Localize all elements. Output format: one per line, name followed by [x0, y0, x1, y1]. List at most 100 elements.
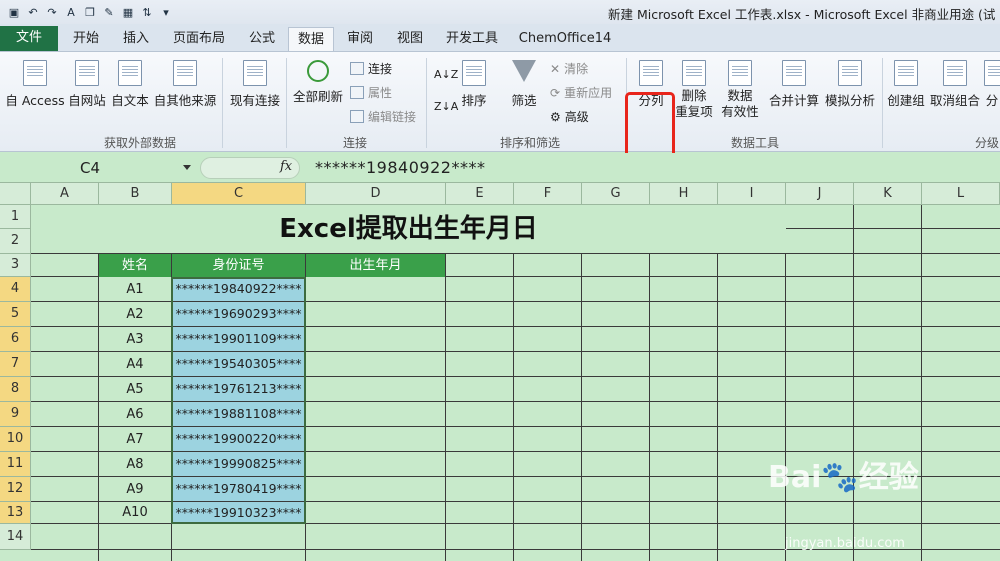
tab-view[interactable]: 视图 [388, 27, 432, 51]
row-header-7[interactable]: 7 [0, 352, 31, 377]
name-cell[interactable]: A5 [99, 377, 171, 402]
edit-links-button[interactable]: 编辑链接 [350, 108, 416, 125]
column-header-G[interactable]: G [582, 183, 650, 205]
insert-function-icon[interactable]: fx [280, 159, 292, 174]
from-other-sources-button[interactable]: 自其他来源 [152, 60, 218, 109]
refresh-all-button[interactable]: 全部刷新 [290, 60, 346, 105]
sort-icon[interactable]: ⇅ [139, 4, 155, 20]
name-cell[interactable]: A1 [99, 277, 171, 302]
tab-data[interactable]: 数据 [288, 27, 334, 51]
column-header-B[interactable]: B [99, 183, 172, 205]
redo-icon[interactable]: ↷ [44, 4, 60, 20]
column-header-L[interactable]: L [922, 183, 1000, 205]
advanced-filter-button[interactable]: ⚙ 高级 [550, 108, 589, 125]
header-id[interactable]: 身份证号 [172, 254, 305, 277]
row-header-9[interactable]: 9 [0, 402, 31, 427]
tab-chemoffice[interactable]: ChemOffice14 [512, 27, 618, 51]
row-header-10[interactable]: 10 [0, 427, 31, 452]
copy-icon[interactable]: ❐ [82, 4, 98, 20]
row-header-5[interactable]: 5 [0, 302, 31, 327]
properties-button[interactable]: 属性 [350, 84, 392, 101]
row-header-6[interactable]: 6 [0, 327, 31, 352]
row-header-3[interactable]: 3 [0, 254, 31, 277]
row-header-4[interactable]: 4 [0, 277, 31, 302]
name-cell[interactable]: A2 [99, 302, 171, 327]
group-button[interactable]: 创建组 [886, 60, 926, 109]
remove-duplicates-button[interactable]: 删除 重复项 [672, 60, 716, 120]
customize-toolbar-icon[interactable]: ▾ [158, 4, 174, 20]
from-text-button[interactable]: 自文本 [110, 60, 150, 109]
tab-developer[interactable]: 开发工具 [438, 27, 506, 51]
column-header-F[interactable]: F [514, 183, 582, 205]
ungroup-button[interactable]: 取消组合 [928, 60, 982, 109]
header-name[interactable]: 姓名 [99, 254, 171, 277]
clear-filter-button[interactable]: ✕ 清除 [550, 60, 588, 77]
reapply-button[interactable]: ⟳ 重新应用 [550, 84, 612, 101]
subtotal-button[interactable]: 分 [984, 60, 1000, 109]
column-header-D[interactable]: D [306, 183, 446, 205]
connections-button[interactable]: 连接 [350, 60, 392, 77]
tab-home[interactable]: 开始 [64, 27, 108, 51]
what-if-analysis-button[interactable]: 模拟分析 [822, 60, 878, 109]
format-painter-icon[interactable]: ✎ [101, 4, 117, 20]
name-cell[interactable]: A8 [99, 452, 171, 477]
column-header-A[interactable]: A [31, 183, 99, 205]
tab-file[interactable]: 文件 [0, 26, 58, 51]
data-validation-button[interactable]: 数据 有效性 [716, 60, 764, 120]
from-access-button[interactable]: 自 Access [4, 60, 66, 109]
font-size-icon[interactable]: A [63, 4, 79, 20]
connections-icon [243, 60, 267, 86]
name-box[interactable]: C4 [0, 156, 196, 180]
group-label-connections: 连接 [342, 136, 367, 150]
existing-connections-button[interactable]: 现有连接 [228, 60, 282, 109]
row-header-14[interactable]: 14 [0, 524, 31, 550]
column-header-K[interactable]: K [854, 183, 922, 205]
name-cell[interactable]: A3 [99, 327, 171, 352]
name-box-dropdown-icon[interactable] [183, 165, 191, 170]
text-to-columns-icon [639, 60, 663, 86]
sort-asc-button[interactable]: A↓Z [434, 68, 458, 81]
consolidate-button[interactable]: 合并计算 [766, 60, 822, 109]
undo-icon[interactable]: ↶ [25, 4, 41, 20]
group-label-get-external: 获取外部数据 [103, 136, 176, 150]
column-header-E[interactable]: E [446, 183, 514, 205]
name-cell[interactable]: A10 [99, 502, 171, 524]
remove-duplicates-icon [682, 60, 706, 86]
name-cell[interactable]: A4 [99, 352, 171, 377]
tab-formulas[interactable]: 公式 [240, 27, 284, 51]
column-header-H[interactable]: H [650, 183, 718, 205]
row-header-12[interactable]: 12 [0, 477, 31, 502]
formula-bar: C4 fx ******19840922**** [0, 153, 1000, 183]
name-cell[interactable]: A7 [99, 427, 171, 452]
tab-page-layout[interactable]: 页面布局 [164, 27, 234, 51]
save-icon[interactable]: ▣ [6, 4, 22, 20]
row-header-11[interactable]: 11 [0, 452, 31, 477]
from-web-button[interactable]: 自网站 [66, 60, 108, 109]
row-header-1[interactable]: 1 [0, 205, 31, 229]
sort-desc-button[interactable]: Z↓A [434, 100, 458, 113]
column-header-C[interactable]: C [172, 183, 306, 205]
formula-input[interactable]: ******19840922**** [315, 158, 485, 177]
tab-insert[interactable]: 插入 [114, 27, 158, 51]
tab-review[interactable]: 审阅 [338, 27, 382, 51]
select-all-corner[interactable] [0, 183, 31, 205]
divider [882, 58, 883, 148]
sort-za-icon: Z↓A [434, 100, 459, 113]
name-cell[interactable]: A6 [99, 402, 171, 427]
web-icon [75, 60, 99, 86]
name-cell[interactable]: A9 [99, 477, 171, 502]
access-icon [23, 60, 47, 86]
column-header-J[interactable]: J [786, 183, 854, 205]
validation-icon [728, 60, 752, 86]
table-icon[interactable]: ▦ [120, 4, 136, 20]
filter-button[interactable]: 筛选 [506, 60, 542, 109]
row-header-8[interactable]: 8 [0, 377, 31, 402]
divider [286, 58, 287, 148]
row-header-13[interactable]: 13 [0, 502, 31, 524]
column-header-I[interactable]: I [718, 183, 786, 205]
sort-button[interactable]: 排序 [458, 60, 490, 109]
quick-access-toolbar: ▣ ↶ ↷ A ❐ ✎ ▦ ⇅ ▾ [0, 4, 174, 20]
what-if-icon [838, 60, 862, 86]
header-birth[interactable]: 出生年月 [306, 254, 445, 277]
row-header-2[interactable]: 2 [0, 229, 31, 254]
